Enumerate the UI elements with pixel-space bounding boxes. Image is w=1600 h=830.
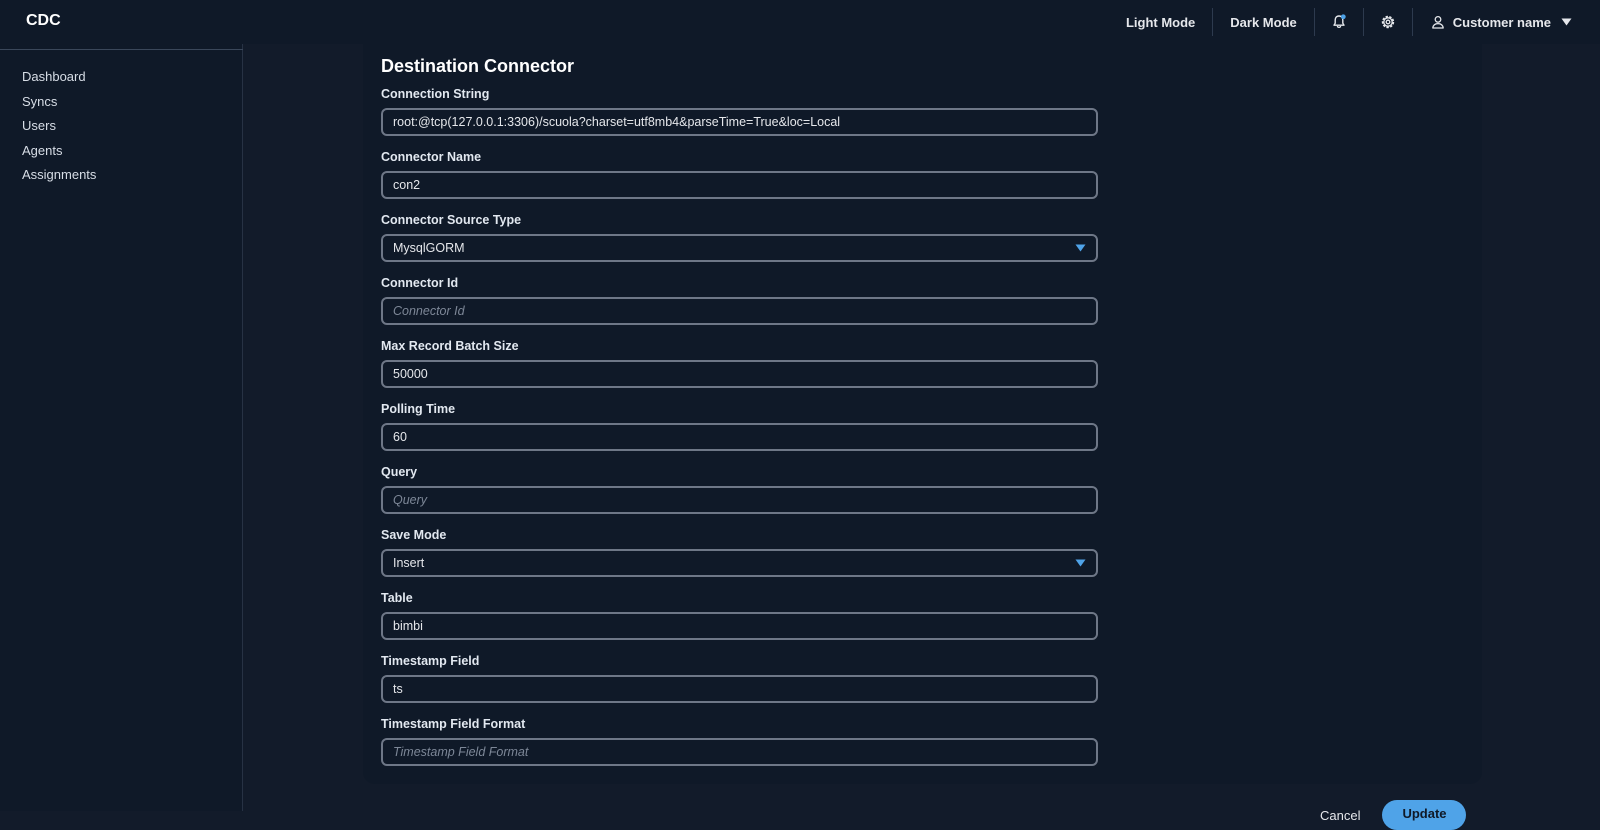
connector-id-input[interactable] [381,297,1098,325]
field-label: Connection String [381,87,490,101]
user-name: Customer name [1452,14,1551,30]
timestamp-field-field: Timestamp Field [381,653,1098,703]
destination-connector-card: Destination Connector Connection String … [363,44,1482,784]
caret-down-icon [1561,18,1572,26]
sidebar-nav: Dashboard Syncs Users Agents Assignments [22,68,96,191]
connector-source-type-field: Connector Source Type MysqlGORM [381,212,1098,262]
light-mode-button[interactable]: Light Mode [1109,15,1212,30]
field-label: Save Mode [381,528,447,542]
settings-button[interactable] [1364,0,1412,44]
brand-logo[interactable]: CDC [26,12,61,30]
save-mode-field: Save Mode Insert [381,527,1098,577]
field-label: Connector Source Type [381,213,522,227]
field-label: Max Record Batch Size [381,339,519,353]
polling-time-field: Polling Time [381,401,1098,451]
dark-mode-button[interactable]: Dark Mode [1213,15,1313,30]
connection-string-field: Connection String [381,86,1098,136]
sidebar-item-syncs[interactable]: Syncs [22,93,96,118]
field-label: Table [381,591,413,605]
notifications-button[interactable] [1315,0,1363,44]
field-label: Connector Id [381,276,459,290]
selected-value: Insert [393,556,425,570]
connector-source-type-select[interactable]: MysqlGORM [381,234,1098,262]
max-record-batch-size-input[interactable] [381,360,1098,388]
field-label: Connector Name [381,150,482,164]
field-label: Polling Time [381,402,456,416]
query-field: Query [381,464,1098,514]
user-icon [1431,15,1445,29]
sidebar-divider [0,49,243,50]
polling-time-input[interactable] [381,423,1098,451]
selected-value: MysqlGORM [393,241,465,255]
table-input[interactable] [381,612,1098,640]
sidebar: Dashboard Syncs Users Agents Assignments [0,44,243,811]
cancel-button[interactable]: Cancel [1320,808,1360,823]
connector-name-input[interactable] [381,171,1098,199]
timestamp-field-input[interactable] [381,675,1098,703]
sidebar-item-assignments[interactable]: Assignments [22,166,96,191]
query-input[interactable] [381,486,1098,514]
save-mode-select[interactable]: Insert [381,549,1098,577]
connection-string-input[interactable] [381,108,1098,136]
chevron-down-icon [1075,244,1086,252]
form-actions: Cancel Update [1320,800,1467,830]
field-label: Timestamp Field Format [381,717,526,731]
max-record-batch-size-field: Max Record Batch Size [381,338,1098,388]
chevron-down-icon [1075,559,1086,567]
gear-icon [1381,15,1394,29]
connector-id-field: Connector Id [381,275,1098,325]
card-title: Destination Connector [381,56,575,76]
sidebar-item-users[interactable]: Users [22,117,96,142]
sidebar-item-agents[interactable]: Agents [22,142,96,167]
connector-name-field: Connector Name [381,149,1098,199]
timestamp-field-format-field: Timestamp Field Format [381,716,1098,766]
table-field: Table [381,590,1098,640]
bell-icon [1333,14,1346,29]
timestamp-field-format-input[interactable] [381,738,1098,766]
user-menu[interactable]: Customer name [1413,15,1600,30]
sidebar-item-dashboard[interactable]: Dashboard [22,68,96,93]
field-label: Timestamp Field [381,654,480,668]
top-actions: Light Mode Dark Mode Customer name [1109,0,1600,44]
field-label: Query [381,465,418,479]
top-bar: CDC Light Mode Dark Mode Customer name [0,0,1600,44]
update-button[interactable]: Update [1382,800,1467,830]
